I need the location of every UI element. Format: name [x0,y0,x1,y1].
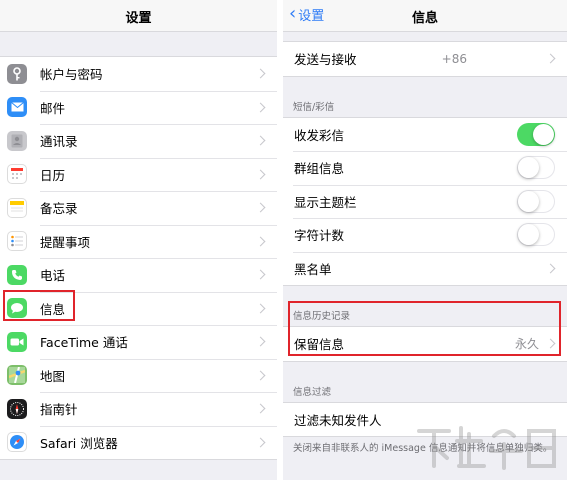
chevron-right-icon [255,303,266,314]
settings-item-label: 日历 [40,167,66,183]
history-group: 保留信息 永久 [283,326,567,362]
toggle-knob [518,190,539,212]
group-messaging-label: 群组信息 [294,161,345,177]
group-messaging-toggle[interactable] [517,156,555,180]
chevron-right-icon [255,269,266,280]
settings-item-contacts[interactable]: 通讯录 [0,124,277,158]
settings-item-label: 地图 [40,368,66,384]
safari-icon [7,432,27,453]
settings-item-label: FaceTime 通话 [40,335,128,351]
settings-item-accounts[interactable]: 帐户与密码 [0,57,277,91]
messages-navbar: ‹ 设置 信息 [283,0,567,32]
sms-section-header: 短信/彩信 [293,101,335,113]
settings-item-compass[interactable]: 指南针 [0,392,277,426]
settings-item-mail[interactable]: 邮件 [0,90,277,125]
sms-group: 收发彩信 群组信息 显示主题栏 字符计数 黑名单 [283,116,567,286]
settings-item-label: Safari 浏览器 [40,435,118,451]
settings-navbar: 设置 [0,0,277,32]
toggle-knob [518,157,539,179]
calendar-icon [7,164,27,185]
settings-item-safari[interactable]: Safari 浏览器 [0,425,277,460]
settings-list: 帐户与密码 邮件 通讯录 日历 备忘录 提醒事项 电话 信息 FaceTime … [0,56,277,460]
facetime-icon [7,331,27,352]
page-title: 信息 [411,11,438,26]
chevron-right-icon [255,336,266,347]
history-section-header: 信息历史记录 [293,311,351,322]
chevron-right-icon [255,437,266,448]
send-receive-row[interactable]: 发送与接收 +86 [283,42,567,76]
chevron-right-icon [255,68,266,79]
key-icon [7,63,27,84]
settings-item-label: 提醒事项 [40,234,91,250]
settings-panel: 设置 帐户与密码 邮件 通讯录 日历 备忘录 提醒事项 电话 信息 FaceTi… [0,0,277,480]
reminders-icon [7,231,27,252]
chevron-right-icon [255,102,266,113]
settings-item-label: 帐户与密码 [40,67,103,83]
settings-item-label: 指南针 [40,402,78,418]
messages-icon [7,298,27,319]
keep-messages-value: 永久 [514,337,539,352]
filter-section-header: 信息过滤 [293,386,332,398]
settings-item-label: 邮件 [40,100,66,116]
toggle-knob [533,123,554,145]
settings-item-calendar[interactable]: 日历 [0,157,277,192]
settings-item-facetime[interactable]: FaceTime 通话 [0,325,277,359]
chevron-right-icon [255,135,266,146]
settings-item-messages[interactable]: 信息 [0,291,277,326]
settings-item-notes[interactable]: 备忘录 [0,191,277,225]
chevron-right-icon [545,53,556,64]
mail-icon [7,97,27,118]
keep-messages-label: 保留信息 [294,337,345,353]
chevron-right-icon [255,236,266,247]
mms-label: 收发彩信 [294,127,345,143]
chevron-right-icon [255,370,266,381]
compass-icon [7,398,27,419]
maps-icon [7,365,27,386]
mms-toggle[interactable] [517,122,555,146]
phone-icon [7,264,27,285]
chevron-right-icon [255,202,266,213]
subject-field-label: 显示主题栏 [294,194,357,210]
subject-field-toggle[interactable] [517,189,555,213]
chevron-right-icon [255,403,266,414]
chevron-right-icon [545,338,556,349]
character-count-row: 字符计数 [283,218,567,252]
settings-item-reminders[interactable]: 提醒事项 [0,224,277,259]
group-messaging-row: 群组信息 [283,151,567,185]
settings-item-maps[interactable]: 地图 [0,358,277,393]
send-receive-group: 发送与接收 +86 [283,41,567,77]
blacklist-row[interactable]: 黑名单 [283,251,567,286]
toggle-knob [518,224,539,246]
settings-item-label: 电话 [40,268,66,284]
character-count-label: 字符计数 [294,228,345,244]
chevron-right-icon [255,169,266,180]
messages-settings-panel: ‹ 设置 信息 发送与接收 +86 短信/彩信 收发彩信 群组信息 显示主题栏 … [283,0,567,480]
send-receive-value: +86 [441,51,467,66]
character-count-toggle[interactable] [517,223,555,247]
settings-item-label: 信息 [40,301,66,317]
contacts-icon [7,130,27,151]
settings-item-phone[interactable]: 电话 [0,258,277,292]
blacklist-label: 黑名单 [294,261,332,277]
settings-item-label: 备忘录 [40,201,78,217]
notes-icon [7,197,27,218]
subject-field-row: 显示主题栏 [283,184,567,219]
keep-messages-row[interactable]: 保留信息 永久 [283,327,567,361]
mms-row: 收发彩信 [283,118,567,152]
watermark-logo [409,416,559,476]
chevron-right-icon [545,263,556,274]
send-receive-label: 发送与接收 [294,52,357,68]
settings-item-label: 通讯录 [40,134,78,150]
page-title: 设置 [125,11,152,26]
